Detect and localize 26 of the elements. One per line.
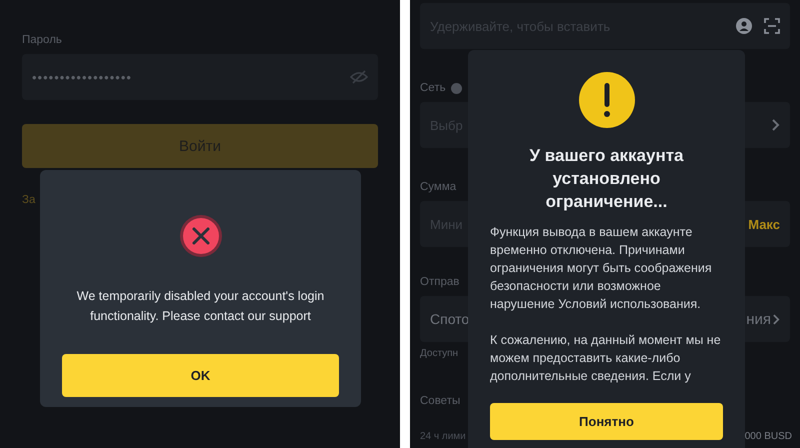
limit-label: 24 ч лими (420, 431, 466, 442)
wallet-value: Спото (430, 311, 470, 327)
dialog-paragraph: Функция вывода в вашем аккаунте временно отключена. Причинами ограничения могут быть соображения безопасности или возможное нарушение Условий использования. (490, 224, 713, 313)
warning-icon (578, 72, 634, 128)
max-button[interactable]: Макс (748, 216, 780, 232)
password-value: •••••••••••••••••• (32, 70, 132, 84)
amount-label: Сумма (420, 181, 456, 193)
contact-icon[interactable] (736, 18, 752, 34)
ok-button[interactable]: OK (62, 354, 339, 397)
scan-icon[interactable] (764, 18, 780, 34)
error-message: We temporarily disabled your account's login functionality. Please contact our support (76, 288, 326, 325)
chevron-right-icon (772, 119, 780, 131)
understood-button[interactable]: Понятно (490, 403, 723, 440)
chevron-right-icon (773, 314, 780, 324)
wallet-value-end: ния (746, 310, 771, 328)
tips-label: Советы (420, 395, 460, 407)
network-label-text: Сеть (420, 82, 446, 94)
from-label: Отправ (420, 276, 460, 288)
dialog-paragraph: К сожалению, на данный момент мы не можем предоставить какие-либо дополнительные сведения. Если у (490, 332, 722, 385)
forgot-link[interactable]: За (22, 194, 36, 206)
limit-value: 000 BUSD (744, 431, 792, 442)
password-label: Пароль (22, 34, 62, 46)
available-label: Доступн (420, 348, 458, 359)
error-icon (178, 214, 222, 258)
dialog-title: У вашего аккаунта установлено ограничение... (528, 145, 684, 213)
password-field[interactable]: •••••••••••••••••• (22, 54, 378, 100)
